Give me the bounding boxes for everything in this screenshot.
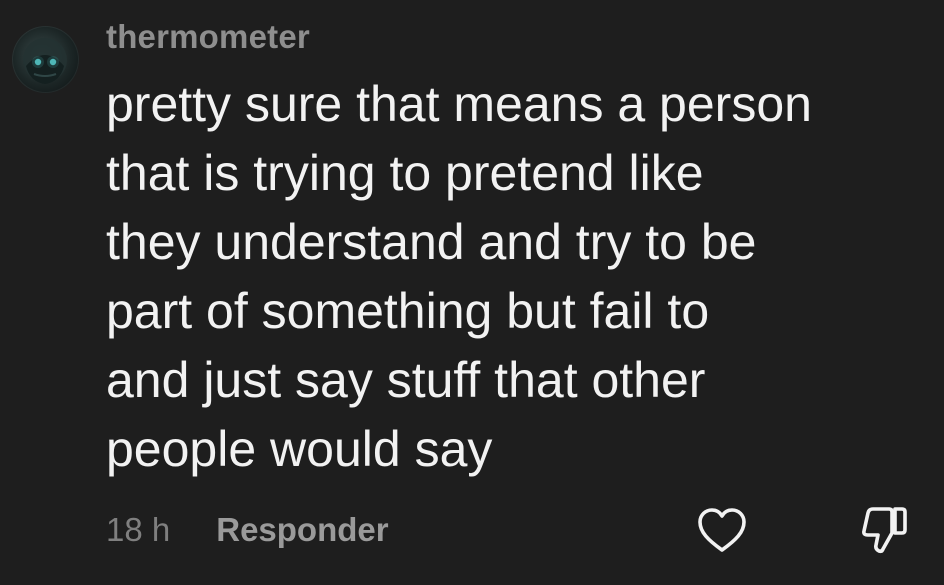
- thumbs-down-outline-icon: [862, 507, 907, 554]
- like-button[interactable]: [696, 506, 748, 556]
- comment-item: thermometer pretty sure that means a per…: [0, 0, 944, 585]
- comment-meta: 18 h Responder: [106, 508, 389, 552]
- avatar-image: [23, 38, 67, 84]
- comment-username[interactable]: thermometer: [106, 18, 310, 56]
- heart-outline-icon: [698, 508, 746, 552]
- reply-button[interactable]: Responder: [216, 511, 388, 549]
- dislike-button[interactable]: [856, 503, 910, 557]
- comment-text: pretty sure that means a person that is …: [106, 76, 812, 477]
- comment-timestamp: 18 h: [106, 511, 171, 548]
- avatar[interactable]: [12, 26, 79, 93]
